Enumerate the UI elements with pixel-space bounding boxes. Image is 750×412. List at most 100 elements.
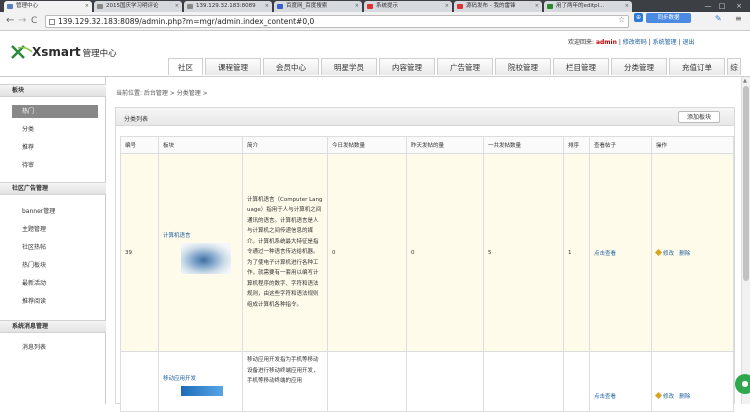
nav-item-members[interactable]: 会员中心	[263, 58, 319, 75]
separator: |	[678, 39, 681, 46]
nav-item-schools[interactable]: 院校管理	[495, 58, 551, 75]
cell-yesterday	[406, 351, 484, 412]
page-icon	[277, 4, 283, 9]
close-icon[interactable]: ×	[355, 1, 359, 12]
floating-assistant-icon[interactable]: ●	[735, 374, 750, 394]
browser-tab[interactable]: 百度网_百度搜索 ×	[274, 1, 362, 12]
cell-yesterday: 0	[406, 153, 484, 352]
sidebar-item-pending[interactable]: 待审	[12, 159, 98, 172]
close-icon[interactable]: ×	[445, 1, 449, 12]
edit-link[interactable]: 修改	[663, 251, 674, 257]
sidebar-item-topics[interactable]: 主题管理	[12, 223, 98, 236]
nav-item-more[interactable]: 综	[727, 58, 741, 75]
close-icon[interactable]: ×	[175, 1, 179, 12]
sidebar: 板块 热门 分类 推荐 待审 社区广告管理 banner管理 主题管理 社区热帖…	[0, 77, 106, 404]
close-icon[interactable]: ×	[85, 1, 89, 12]
nav-item-star-students[interactable]: 明星学员	[321, 58, 377, 75]
system-admin-link[interactable]: 系统管理	[653, 39, 677, 46]
close-icon[interactable]: ×	[265, 1, 269, 12]
board-thumbnail	[181, 386, 223, 396]
cell-id	[120, 351, 159, 412]
scrollbar-thumb[interactable]	[743, 86, 749, 281]
sidebar-item-messages[interactable]: 消息列表	[12, 341, 98, 354]
sidebar-item-recommend[interactable]: 推荐	[12, 141, 98, 154]
sidebar-section-title: 板块	[0, 84, 106, 97]
reload-button[interactable]: C	[31, 15, 37, 27]
close-icon[interactable]: ×	[625, 1, 629, 12]
logout-link[interactable]: 退出	[683, 39, 695, 46]
column-header: 昨天发帖的量	[406, 136, 484, 154]
breadcrumb: 当前位置: 后台管理 > 分类管理 >	[116, 90, 208, 97]
sidebar-item-hot-posts[interactable]: 社区热帖	[12, 241, 98, 254]
sidebar-item-banner[interactable]: banner管理	[12, 205, 98, 218]
browser-tab-bar: 管理中心 × 2015国庆学习明评论 × 139.129.32.183:8089 × …	[0, 0, 750, 12]
browser-menu-icon[interactable]: ≡	[735, 14, 742, 23]
edit-icon	[654, 248, 663, 256]
browser-tab[interactable]: 2015国庆学习明评论 ×	[94, 1, 182, 12]
sidebar-item-hot-boards[interactable]: 热门板块	[12, 259, 98, 272]
board-name-link[interactable]: 移动应用开发	[163, 376, 196, 382]
board-intro: 移动应用开发指为手机等移动设备进行移动终端应用开发，手机等移动终端的应用	[247, 357, 319, 384]
sidebar-item-activities[interactable]: 最新活动	[12, 277, 98, 290]
view-posts-link[interactable]: 点击查看	[594, 394, 616, 400]
sidebar-item-category[interactable]: 分类	[12, 123, 98, 136]
board-thumbnail	[181, 243, 231, 274]
modify-password-link[interactable]: 修改密码	[623, 39, 647, 46]
forward-button[interactable]: →	[18, 15, 26, 27]
logo: Xsmart 管理中心	[32, 45, 117, 59]
board-intro: 计算机语言（Computer Language）指用于人与计算机之间通讯的语言。…	[247, 196, 323, 308]
board-name-link[interactable]: 计算机语言	[163, 233, 191, 239]
extension-icon[interactable]: ⊕	[634, 13, 643, 22]
panel-header: 分类列表 添加板块	[116, 108, 734, 126]
close-window-button[interactable]: ×	[733, 0, 745, 12]
nav-item-courses[interactable]: 课程管理	[205, 58, 261, 75]
delete-link[interactable]: 删除	[679, 251, 690, 257]
top-links: 欢迎回来: admin | 修改密码 | 系统管理 | 退出	[568, 37, 695, 46]
sidebar-item-hot[interactable]: 热门	[12, 105, 98, 118]
column-header: 操作	[651, 136, 734, 154]
vertical-scrollbar[interactable]: ▲	[741, 77, 750, 404]
nav-item-categories[interactable]: 分类管理	[611, 58, 667, 75]
cell-board: 移动应用开发	[158, 351, 243, 412]
sync-button[interactable]: 同步数据	[646, 13, 691, 23]
browser-tab[interactable]: 用了两年的editpl... ×	[544, 1, 632, 12]
nav-item-community[interactable]: 社区	[168, 58, 203, 75]
cell-intro: 移动应用开发指为手机等移动设备进行移动终端应用开发，手机等移动终端的应用	[242, 351, 328, 412]
username: admin	[595, 39, 617, 46]
view-posts-link[interactable]: 点击查看	[594, 251, 616, 257]
page-icon	[367, 4, 373, 9]
url-input[interactable]: 139.129.32.183:8089/admin.php?m=mgr/admi…	[45, 15, 629, 28]
column-header: 查看帖子	[589, 136, 652, 154]
browser-tab[interactable]: 139.129.32.183:8089 ×	[184, 1, 272, 12]
edit-link[interactable]: 修改	[663, 394, 674, 400]
sidebar-section-title: 系统消息管理	[0, 320, 106, 333]
page-icon	[457, 4, 463, 9]
nav-item-content[interactable]: 内容管理	[379, 58, 435, 75]
column-header: 简介	[242, 136, 328, 154]
welcome-text: 欢迎回来:	[568, 39, 595, 46]
column-header: 编号	[120, 136, 159, 154]
edit-icon	[654, 391, 663, 400]
browser-tab[interactable]: 源码发布 - 我的雷锋 ×	[454, 1, 542, 12]
cell-total	[483, 351, 564, 412]
delete-link[interactable]: 删除	[679, 394, 690, 400]
minimize-button[interactable]: —	[702, 0, 714, 12]
pen-icon[interactable]: ✎	[715, 14, 722, 23]
scroll-up-arrow-icon[interactable]: ▲	[743, 78, 747, 84]
nav-item-ads[interactable]: 广告管理	[437, 58, 493, 75]
nav-item-columns[interactable]: 栏目管理	[553, 58, 609, 75]
browser-tab[interactable]: 系统提示 ×	[364, 1, 452, 12]
bookmark-star-icon[interactable]: ☆	[618, 15, 625, 24]
nav-item-orders[interactable]: 充值订单	[669, 58, 725, 75]
cell-board: 计算机语言	[158, 153, 243, 352]
category-table: 编号 板块 简介 今日发帖数量 昨天发帖的量 一共发帖数量 排序 查看帖子 操作…	[120, 136, 734, 412]
close-icon[interactable]: ×	[535, 1, 539, 12]
back-button[interactable]: ←	[6, 15, 14, 27]
maximize-button[interactable]: □	[716, 0, 728, 12]
column-header: 今日发帖数量	[327, 136, 407, 154]
add-board-button[interactable]: 添加板块	[678, 111, 720, 123]
column-header: 板块	[158, 136, 243, 154]
sidebar-item-reading[interactable]: 推荐阅读	[12, 295, 98, 308]
table-row: 移动应用开发 移动应用开发指为手机等移动设备进行移动终端应用开发，手机等移动终端…	[120, 351, 734, 412]
browser-tab[interactable]: 管理中心 ×	[4, 1, 92, 12]
